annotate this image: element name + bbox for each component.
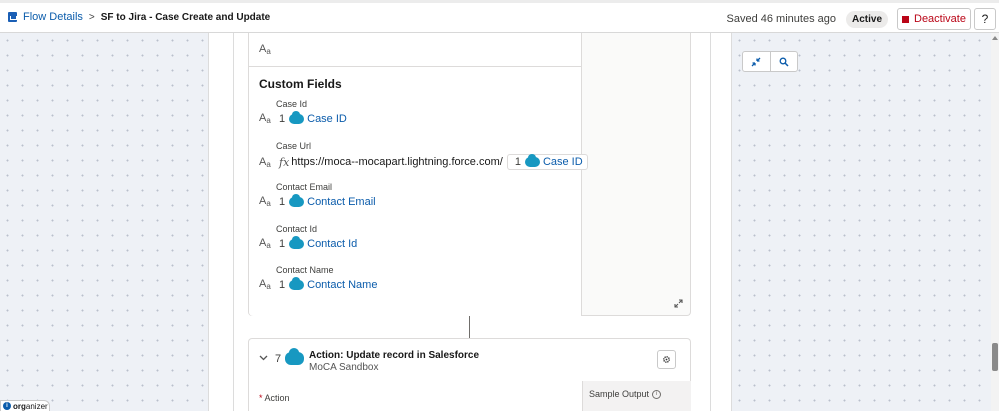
flow-icon <box>8 12 17 22</box>
panel-guide-line <box>233 33 234 411</box>
field-token[interactable]: Contact Id <box>307 238 357 250</box>
custom-fields-card: Aa Custom Fields Case Id Aa 1 Case ID Ca… <box>248 33 691 316</box>
deactivate-button[interactable]: Deactivate <box>897 8 971 30</box>
text-type-icon: Aa <box>259 112 271 125</box>
flow-canvas-right[interactable] <box>732 33 991 411</box>
step-subtitle: MoCA Sandbox <box>309 362 379 373</box>
search-icon <box>779 57 789 67</box>
flow-canvas-left[interactable] <box>0 33 208 411</box>
scrollbar-thumb[interactable] <box>992 343 998 371</box>
url-text: https://moca--mocapart.lightning.force.c… <box>291 156 503 168</box>
chevron-down-icon[interactable] <box>259 355 268 361</box>
organizer-tab[interactable]: i organizer <box>0 400 50 411</box>
collapse-arrows-icon <box>751 57 761 66</box>
required-marker: * <box>259 393 263 403</box>
field-value[interactable]: Aa 1 Contact Id <box>259 235 357 250</box>
action-label-text: Action <box>264 393 290 403</box>
breadcrumb: Flow Details > SF to Jira - Case Create … <box>8 11 270 23</box>
formula-icon: fx <box>279 155 290 169</box>
field-token[interactable]: Contact Name <box>307 279 377 291</box>
field-token[interactable]: Case ID <box>307 113 347 125</box>
flow-details-link[interactable]: Flow Details <box>23 11 83 23</box>
step-connector <box>469 316 470 338</box>
field-label: Contact Id <box>276 224 318 234</box>
info-icon[interactable]: i <box>652 389 662 399</box>
field-value[interactable]: Aa 1 Contact Name <box>259 276 377 291</box>
header-actions: Saved 46 minutes ago Active Deactivate ? <box>727 8 996 30</box>
step-title: Action: Update record in Salesforce <box>309 350 480 361</box>
sample-output-panel: Sample Output i <box>582 381 691 411</box>
field-value[interactable]: Aa fx https://moca--mocapart.lightning.f… <box>259 154 588 170</box>
salesforce-cloud-icon <box>285 348 304 365</box>
sample-output: Sample Output i <box>589 389 662 399</box>
field-token[interactable]: Contact Email <box>307 196 375 208</box>
salesforce-cloud-icon <box>289 235 305 249</box>
text-type-icon: Aa <box>259 155 271 169</box>
deactivate-label: Deactivate <box>914 13 966 25</box>
text-type-icon: Aa <box>259 237 271 250</box>
zoom-controls <box>742 51 798 72</box>
field-value[interactable]: Aa 1 Case ID <box>259 110 347 125</box>
field-mapping-area: Aa Custom Fields Case Id Aa 1 Case ID Ca… <box>249 33 588 316</box>
step-number: 1 <box>279 278 286 291</box>
text-type-icon: Aa <box>259 278 271 291</box>
fit-view-button[interactable] <box>743 52 770 71</box>
step-index: 7 <box>275 353 282 365</box>
field-label: Contact Email <box>276 182 333 192</box>
step-number: 1 <box>279 237 286 250</box>
section-title: Custom Fields <box>259 77 342 91</box>
field-label: Case Id <box>276 99 308 109</box>
expand-arrows-icon[interactable] <box>674 299 683 308</box>
token-pill[interactable]: 1 Case ID <box>506 154 588 170</box>
step-number: 1 <box>279 195 286 208</box>
step-number: 1 <box>279 112 286 125</box>
step-settings-button[interactable] <box>657 350 676 369</box>
salesforce-cloud-icon <box>524 154 540 167</box>
app-header: Flow Details > SF to Jira - Case Create … <box>0 0 999 33</box>
field-token: Case ID <box>542 156 583 168</box>
text-type-icon: Aa <box>259 43 271 56</box>
organizer-label: organizer <box>13 401 48 411</box>
scroll-up-arrow-icon[interactable] <box>992 36 998 40</box>
help-button[interactable]: ? <box>974 8 996 30</box>
field-label: Contact Name <box>276 265 334 275</box>
salesforce-cloud-icon <box>289 276 305 290</box>
action-field-label: * Action <box>259 393 290 403</box>
organizer-icon: i <box>3 402 11 410</box>
salesforce-cloud-icon <box>289 193 305 207</box>
search-button[interactable] <box>769 52 798 71</box>
breadcrumb-separator: > <box>88 11 95 23</box>
section-divider <box>249 66 582 67</box>
saved-status: Saved 46 minutes ago <box>726 13 836 25</box>
text-type-icon: Aa <box>259 195 271 208</box>
field-value[interactable]: Aa 1 Contact Email <box>259 193 376 208</box>
gear-icon <box>663 356 670 363</box>
step-number: 1 <box>514 156 521 168</box>
flow-title: SF to Jira - Case Create and Update <box>100 11 271 23</box>
salesforce-cloud-icon <box>289 110 305 124</box>
stop-icon <box>902 15 909 23</box>
panel-guide-line <box>710 33 711 411</box>
field-label: Case Url <box>276 141 312 151</box>
action-step-card[interactable]: 7 Action: Update record in Salesforce Mo… <box>248 338 691 411</box>
status-badge: Active <box>845 10 888 28</box>
sample-output-label: Sample Output <box>589 389 650 399</box>
